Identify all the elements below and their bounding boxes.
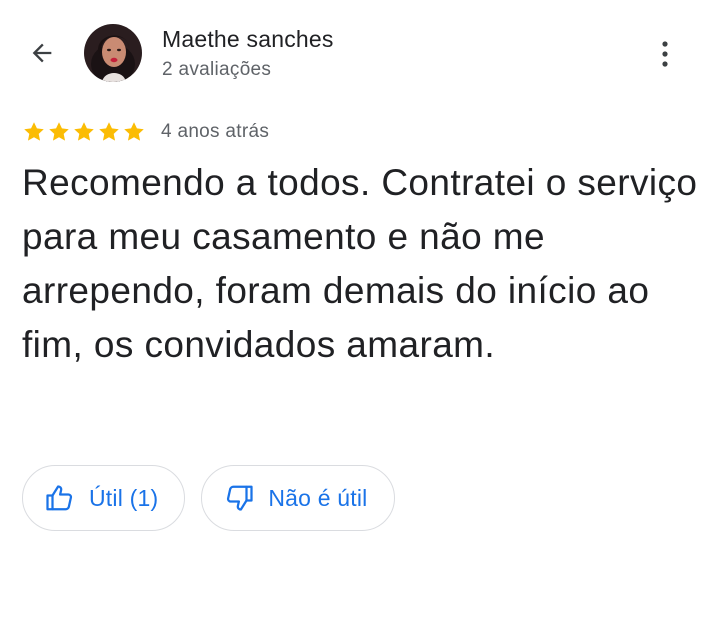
helpful-label: Útil (1) [89,484,159,511]
review-date: 4 anos atrás [161,121,270,142]
review-text: Recomendo a todos. Contratei o serviço p… [22,162,698,365]
star-rating [22,120,146,144]
not-helpful-button[interactable]: Não é útil [201,465,395,531]
review-header: Maethe sanches 2 avaliações [0,0,714,100]
star-icon [124,122,144,141]
more-vertical-icon [662,41,668,67]
star-icon [99,122,119,141]
not-helpful-label: Não é útil [268,484,368,511]
thumb-down-icon [227,485,253,511]
review-actions: Útil (1) Não é útil [22,465,395,531]
star-icon [74,122,94,141]
thumb-up-icon [46,485,73,511]
reviewer-review-count: 2 avaliações [162,59,272,80]
more-options-button[interactable] [645,32,685,76]
avatar[interactable] [84,24,142,82]
arrow-left-icon [32,43,52,63]
helpful-button[interactable]: Útil (1) [22,465,186,531]
reviewer-name[interactable]: Maethe sanches [162,26,334,53]
star-icon [49,122,69,141]
back-button[interactable] [22,33,62,73]
star-icon [24,122,44,141]
rating-row: 4 anos atrás [22,119,269,145]
